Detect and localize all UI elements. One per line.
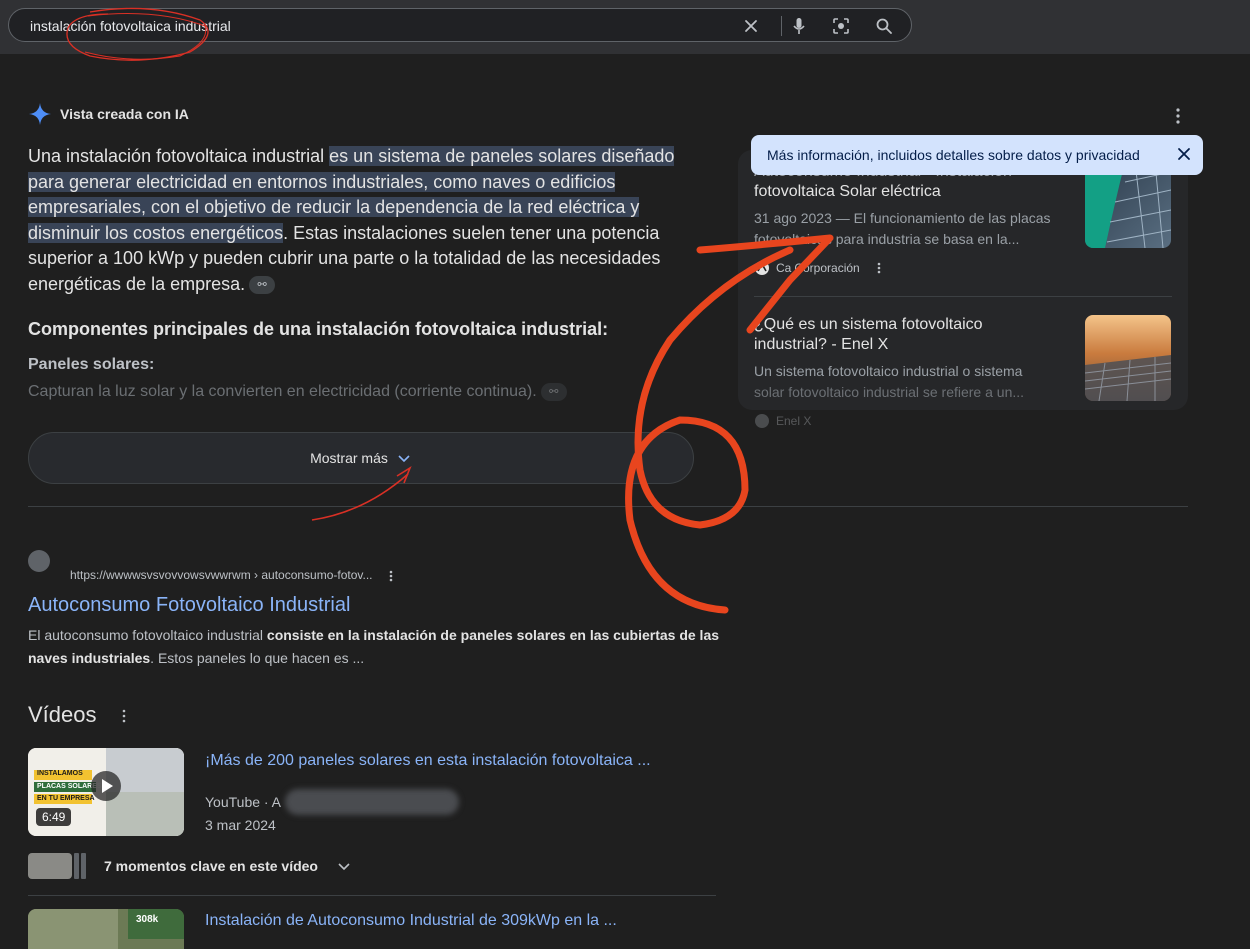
video-divider [28, 895, 716, 896]
site-favicon-icon [755, 261, 769, 275]
source-card-source: Enel X [754, 413, 811, 429]
ai-section-heading: Componentes principales de una instalaci… [28, 319, 609, 339]
source-link-icon[interactable]: ⚯ [540, 383, 567, 401]
source-card-title[interactable]: ¿Qué es un sistema fotovoltaico [754, 315, 983, 335]
video-duration: 6:49 [36, 808, 72, 826]
video-date: 3 mar 2024 [205, 817, 276, 833]
chevron-down-icon [338, 863, 350, 871]
close-icon[interactable] [1175, 145, 1193, 163]
ai-overview-label: Vista creada con IA [60, 106, 189, 122]
source-card-title[interactable]: industrial? - Enel X [754, 335, 888, 355]
show-more-label: Mostrar más [310, 450, 388, 466]
clear-icon[interactable] [740, 15, 762, 37]
result-title-link[interactable]: Autoconsumo Fotovoltaico Industrial [28, 594, 350, 617]
video-title-link[interactable]: ¡Más de 200 paneles solares en esta inst… [205, 752, 651, 770]
videos-heading: Vídeos [28, 702, 131, 728]
redacted-channel [285, 789, 459, 815]
source-card-thumbnail[interactable] [1085, 315, 1171, 401]
video-thumbnail[interactable]: INSTALAMOS PLACAS SOLARES EN TU EMPRESA … [28, 748, 184, 836]
ai-subheading: Paneles solares: [28, 356, 155, 373]
microphone-icon[interactable] [788, 15, 810, 37]
section-divider [28, 506, 1188, 507]
source-card-snippet: 31 ago 2023 — El funcionamiento de las p… [754, 210, 1051, 226]
result-snippet: El autoconsumo fotovoltaico industrial c… [28, 627, 720, 666]
key-moments-toggle[interactable]: 7 momentos clave en este vídeo [28, 852, 352, 880]
source-link-icon[interactable]: ⚯ [249, 275, 276, 294]
gemini-sparkle-icon [29, 103, 51, 125]
search-divider [781, 16, 782, 36]
top-bar: instalación fotovoltaica industrial [0, 0, 1250, 54]
source-card-title[interactable]: fotovoltaica Solar eléctrica [754, 182, 941, 202]
key-moments-label: 7 momentos clave en este vídeo [104, 858, 318, 874]
search-icon[interactable] [873, 15, 895, 37]
search-box[interactable]: instalación fotovoltaica industrial [8, 8, 912, 42]
ai-overview-paragraph: Una instalación fotovoltaica industrial … [28, 144, 708, 297]
video-source: YouTube · A [205, 794, 282, 810]
source-card-snippet: Un sistema fotovoltaico industrial o sis… [754, 363, 1023, 379]
search-input[interactable]: instalación fotovoltaica industrial [30, 18, 231, 34]
ai-text-start: Una instalación fotovoltaica industrial [28, 146, 330, 166]
source-card-snippet: fotovoltaicas para industria se basa en … [754, 231, 1020, 247]
video-thumbnail[interactable]: 308k [28, 909, 184, 949]
play-icon[interactable] [90, 770, 122, 802]
result-url[interactable]: https://wwwwsvsvovvowsvwwrwm › autoconsu… [70, 568, 398, 583]
ai-faded-text: Capturan la luz solar y la convierten en… [28, 383, 567, 401]
video-title-link[interactable]: Instalación de Autoconsumo Industrial de… [205, 912, 617, 930]
source-card-snippet: solar fotovoltaico industrial se refiere… [754, 384, 1025, 400]
more-options-icon[interactable] [1168, 106, 1188, 126]
more-options-icon[interactable] [872, 261, 886, 275]
chevron-down-icon [398, 455, 410, 463]
show-more-button[interactable]: Mostrar más [28, 432, 694, 484]
site-favicon-icon [755, 414, 769, 428]
more-options-icon[interactable] [384, 569, 398, 583]
card-divider [754, 296, 1172, 297]
source-card-source: Ca Corporación [754, 260, 886, 276]
info-tooltip: Más información, incluidos detalles sobr… [751, 135, 1203, 175]
key-moments-thumbnails [28, 853, 86, 879]
more-options-icon[interactable] [117, 708, 131, 724]
site-favicon-icon[interactable] [28, 550, 50, 572]
ai-overview-header: Vista creada con IA [28, 102, 189, 126]
tooltip-text: Más información, incluidos detalles sobr… [767, 147, 1140, 163]
lens-icon[interactable] [830, 15, 852, 37]
